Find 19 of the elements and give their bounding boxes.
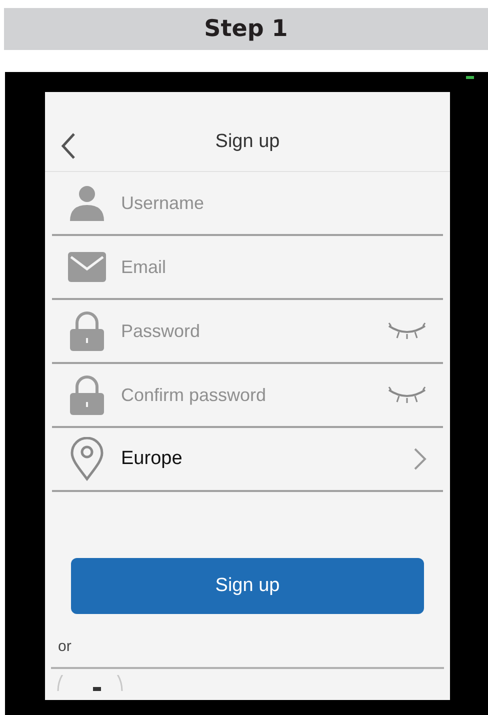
closed-eye-icon[interactable] — [387, 386, 427, 404]
status-light — [466, 76, 474, 79]
text-field[interactable]: Email — [121, 254, 443, 280]
or-label: or — [58, 637, 72, 657]
person-icon — [68, 185, 106, 221]
closed-eye-icon[interactable] — [387, 322, 427, 340]
step-header: Step 1 — [4, 8, 488, 50]
back-icon[interactable] — [60, 132, 76, 160]
location-pin-icon — [70, 437, 104, 481]
padlock-icon — [68, 375, 104, 415]
padlock-icon — [68, 311, 104, 351]
password-field[interactable]: Password — [121, 318, 387, 344]
region-value: Europe — [121, 446, 184, 471]
sign-up-button[interactable]: Sign up — [71, 558, 424, 614]
mail-icon — [68, 252, 106, 282]
chevron-right-icon[interactable] — [413, 447, 427, 471]
screen-title: Sign up — [215, 130, 280, 154]
password-field[interactable]: Confirm password — [121, 382, 387, 408]
text-field[interactable]: Username — [121, 190, 443, 216]
